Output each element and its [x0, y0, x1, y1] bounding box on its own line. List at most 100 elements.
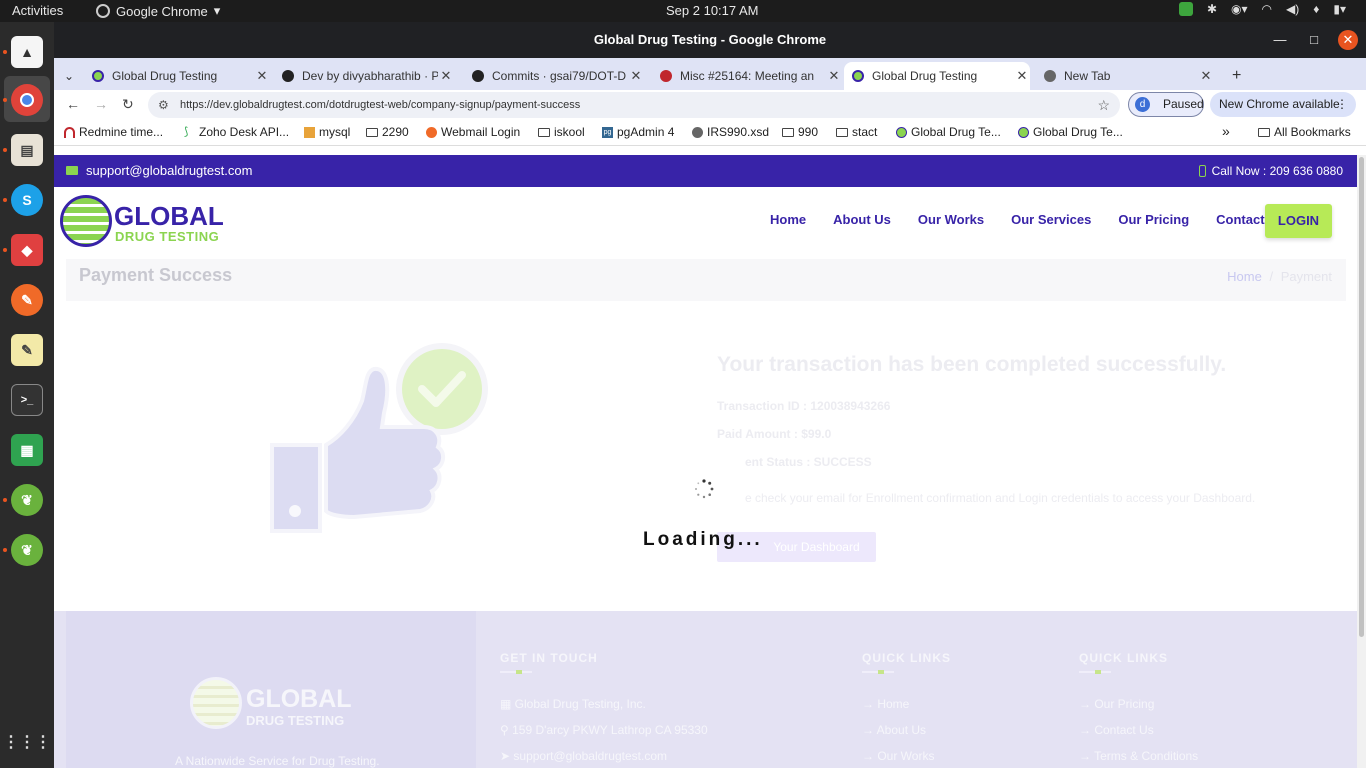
footer-link-home[interactable]: → Home: [862, 697, 951, 713]
footer-link-contact-us[interactable]: → Contact Us: [1079, 723, 1198, 739]
new-chrome-available-button[interactable]: New Chrome available ⋮: [1210, 92, 1356, 117]
site-logo[interactable]: GLOBAL DRUG TESTING: [60, 195, 230, 249]
tab-dev-github[interactable]: Dev by divyabharathib · P ✕: [274, 62, 454, 90]
maximize-icon[interactable]: □: [1304, 30, 1324, 50]
close-window-icon[interactable]: ✕: [1338, 30, 1358, 50]
browser-toolbar: ← → ↻ ⚙ https://dev.globaldrugtest.com/d…: [54, 90, 1366, 120]
scrollbar-thumb[interactable]: [1359, 157, 1364, 637]
dock-item-postman-icon[interactable]: ✎: [11, 284, 43, 316]
new-tab-button[interactable]: +: [1224, 62, 1248, 90]
dock-item-vlc-icon[interactable]: ▲: [11, 36, 43, 68]
update-icon[interactable]: [1178, 2, 1193, 16]
tab-search-button[interactable]: ⌄: [60, 62, 80, 90]
bluetooth-icon[interactable]: ✱: [1207, 2, 1217, 16]
tab-global-drug-testing-1[interactable]: Global Drug Testing ✕: [84, 62, 270, 90]
heading-underline: [862, 670, 894, 674]
dock-item-chrome-icon[interactable]: [11, 84, 43, 116]
footer-link-terms[interactable]: → Terms & Conditions: [1079, 749, 1198, 765]
site-header: GLOBAL DRUG TESTING Home About Us Our Wo…: [54, 187, 1357, 259]
dock-item-spring-icon[interactable]: ❦: [11, 484, 43, 516]
activities-button[interactable]: Activities: [12, 3, 63, 18]
system-tray[interactable]: ✱ ◉▾ ◠ ◀) ♦ ▮▾: [1178, 2, 1346, 16]
success-heading: Your transaction has been completed succ…: [717, 353, 1227, 376]
bookmarks-bar: Redmine time... ⟆ Zoho Desk API... mysql …: [54, 120, 1366, 146]
dock-item-terminal-icon[interactable]: >_: [11, 384, 43, 416]
envelope-icon: [66, 166, 78, 175]
tab-commits-github[interactable]: Commits · gsai79/DOT-D ✕: [464, 62, 644, 90]
bookmark-webmail[interactable]: Webmail Login: [426, 125, 520, 139]
map-pin-icon: ⚲: [500, 723, 513, 737]
footer-link-about-us[interactable]: → About Us: [862, 723, 951, 739]
footer-link-our-pricing[interactable]: → Our Pricing: [1079, 697, 1198, 713]
nav-home[interactable]: Home: [770, 212, 806, 227]
breadcrumb-home[interactable]: Home: [1227, 269, 1262, 284]
app-menu[interactable]: Google Chrome ▾: [96, 3, 220, 19]
nav-our-pricing[interactable]: Our Pricing: [1118, 212, 1189, 227]
dock-item-anydesk-icon[interactable]: ◆: [11, 234, 43, 266]
dock-item-skype-icon[interactable]: S: [11, 184, 43, 216]
running-indicator: [3, 50, 7, 54]
folder-icon: [366, 127, 378, 137]
dock-item-text-editor-icon[interactable]: ✎: [11, 334, 43, 366]
bookmark-irs990[interactable]: IRS990.xsd: [692, 125, 769, 139]
tab-redmine-misc[interactable]: Misc #25164: Meeting an ✕: [652, 62, 842, 90]
login-button[interactable]: LOGIN: [1265, 204, 1332, 238]
tab-new-tab[interactable]: New Tab ✕: [1036, 62, 1214, 90]
call-now-link[interactable]: Call Now : 209 636 0880: [1198, 164, 1343, 178]
forward-icon[interactable]: →: [94, 96, 108, 112]
address-bar[interactable]: ⚙ https://dev.globaldrugtest.com/dotdrug…: [148, 92, 1120, 118]
send-icon: ➤: [500, 749, 514, 763]
close-tab-icon[interactable]: ✕: [628, 68, 644, 84]
bookmark-folder-990[interactable]: 990: [782, 125, 818, 139]
support-email-link[interactable]: support@globaldrugtest.com: [66, 163, 252, 178]
page-scrollbar[interactable]: [1357, 155, 1366, 768]
clock[interactable]: Sep 2 10:17 AM: [666, 3, 759, 18]
tab-global-drug-testing-active[interactable]: Global Drug Testing ✕: [844, 62, 1030, 90]
all-bookmarks-button[interactable]: All Bookmarks: [1258, 125, 1351, 139]
bookmark-folder-2290[interactable]: 2290: [366, 125, 409, 139]
reload-icon[interactable]: ↻: [122, 96, 134, 113]
site-info-icon[interactable]: ⚙: [158, 92, 169, 118]
bookmark-global-drug-testing-1[interactable]: Global Drug Te...: [896, 125, 1001, 139]
transaction-id: Transaction ID : 120038943266: [717, 399, 891, 413]
dock-item-spreadsheet-icon[interactable]: ▦: [11, 434, 43, 466]
dock-item-spring-icon-2[interactable]: ❦: [11, 534, 43, 566]
url-text[interactable]: https://dev.globaldrugtest.com/dotdrugte…: [180, 99, 580, 111]
kebab-menu-icon[interactable]: ⋮: [1336, 92, 1348, 117]
footer-get-in-touch: GET IN TOUCH ▦ Global Drug Testing, Inc.…: [500, 651, 708, 765]
bookmark-zoho[interactable]: ⟆ Zoho Desk API...: [184, 125, 289, 139]
close-tab-icon[interactable]: ✕: [826, 68, 842, 84]
footer-email[interactable]: ➤ support@globaldrugtest.com: [500, 749, 708, 765]
show-apps-icon[interactable]: ⋮⋮⋮: [3, 726, 51, 758]
footer-logo-text-global: GLOBAL: [246, 685, 352, 713]
nav-about-us[interactable]: About Us: [833, 212, 891, 227]
phone-icon: [1198, 165, 1206, 177]
bookmark-folder-stact[interactable]: stact: [836, 125, 877, 139]
chevron-down-icon: ⌄: [64, 69, 75, 83]
bookmark-pgadmin[interactable]: pg pgAdmin 4: [602, 125, 674, 139]
bookmark-redmine[interactable]: Redmine time...: [64, 125, 163, 139]
volume-icon: ◀): [1286, 2, 1300, 16]
github-icon: [472, 70, 484, 82]
microphone-icon: ♦: [1313, 2, 1320, 16]
nav-our-works[interactable]: Our Works: [918, 212, 984, 227]
footer-link-our-works[interactable]: → Our Works: [862, 749, 951, 765]
bookmark-star-icon[interactable]: ☆: [1097, 92, 1110, 118]
footer-logo[interactable]: GLOBAL DRUG TESTING: [190, 677, 370, 737]
dock-item-files-icon[interactable]: ▤: [11, 134, 43, 166]
accessibility-icon[interactable]: ◉▾: [1231, 2, 1248, 16]
nav-our-services[interactable]: Our Services: [1011, 212, 1091, 227]
close-tab-icon[interactable]: ✕: [254, 68, 270, 84]
profile-paused-button[interactable]: d Paused: [1128, 92, 1204, 117]
minimize-icon[interactable]: —: [1270, 30, 1290, 50]
close-tab-icon[interactable]: ✕: [1014, 68, 1030, 84]
profile-avatar: d: [1135, 97, 1150, 112]
back-icon[interactable]: ←: [66, 96, 80, 112]
bookmark-folder-iskool[interactable]: iskool: [538, 125, 585, 139]
close-tab-icon[interactable]: ✕: [438, 68, 454, 84]
bookmark-mysql[interactable]: mysql: [304, 125, 350, 139]
close-tab-icon[interactable]: ✕: [1198, 68, 1214, 84]
bookmark-global-drug-testing-2[interactable]: Global Drug Te...: [1018, 125, 1123, 139]
loading-text: Loading...: [643, 529, 763, 550]
bookmarks-overflow-button[interactable]: »: [1222, 123, 1230, 139]
